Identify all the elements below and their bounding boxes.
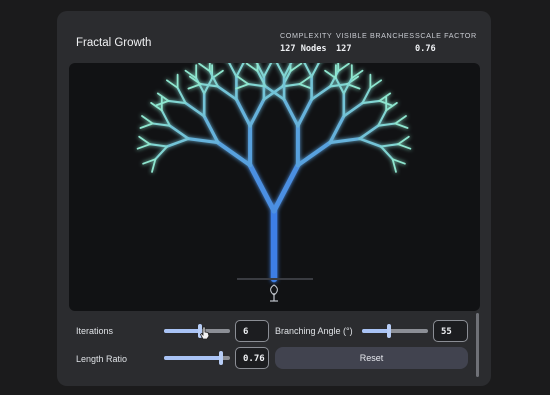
stat-scale-factor: SCALE FACTOR 0.76 xyxy=(415,31,477,54)
tree-branch xyxy=(160,109,171,127)
length-ratio-slider[interactable] xyxy=(164,351,230,365)
tree-branch xyxy=(303,63,313,78)
length-ratio-slider-fill xyxy=(164,356,221,360)
fractal-panel: Fractal Growth COMPLEXITY 127 Nodes VISI… xyxy=(57,11,491,386)
tree-branch xyxy=(168,124,190,140)
tree-branch xyxy=(358,124,380,140)
tree-branch xyxy=(262,63,273,78)
reset-button[interactable]: Reset xyxy=(275,347,468,369)
stat-visible-branches-label: VISIBLE BRANCHES xyxy=(336,31,415,40)
tree-branch xyxy=(361,99,381,105)
tree-branch xyxy=(298,75,312,86)
stat-complexity-value: 127 Nodes xyxy=(280,44,327,54)
tree-branch xyxy=(136,143,151,150)
tree-branch xyxy=(397,135,410,146)
tree-branch xyxy=(198,63,211,73)
tree-branch xyxy=(379,145,394,161)
tree-branch xyxy=(154,145,169,161)
tree-branch xyxy=(184,101,206,118)
tree-branch xyxy=(275,63,286,78)
tree-branch xyxy=(165,137,190,148)
tree-branch xyxy=(310,85,332,101)
tree-branch xyxy=(324,69,337,80)
tree-branch xyxy=(202,114,220,145)
tree-branch xyxy=(248,97,266,128)
tree-branch xyxy=(310,63,320,78)
tree-branch xyxy=(394,122,409,129)
tree-branch xyxy=(186,137,220,145)
tree-branch xyxy=(377,109,388,127)
tree-branch xyxy=(361,86,372,105)
tree-branch xyxy=(342,101,364,118)
stat-scale-factor-value: 0.76 xyxy=(415,44,436,54)
tree-branch xyxy=(167,99,187,105)
tree-branch xyxy=(228,63,238,78)
tree-branch xyxy=(328,114,346,145)
tree-branch xyxy=(187,83,202,90)
tree-branch xyxy=(156,92,170,102)
branching-angle-slider-thumb[interactable] xyxy=(387,324,392,338)
tree-branch xyxy=(271,162,301,214)
length-ratio-slider-thumb[interactable] xyxy=(218,351,223,365)
tree-branch xyxy=(245,63,259,73)
app-title: Fractal Growth xyxy=(76,37,152,49)
tree-branch xyxy=(216,140,253,168)
stat-visible-branches: VISIBLE BRANCHES 127 xyxy=(336,31,415,54)
tree-branch xyxy=(289,63,303,73)
tree-branch xyxy=(337,63,350,73)
branching-angle-value-field[interactable]: 55 xyxy=(433,320,468,342)
tree-branch xyxy=(295,140,332,168)
tree-branch xyxy=(397,143,412,150)
tree-branch xyxy=(247,162,277,214)
tree-branch xyxy=(328,137,362,145)
length-ratio-value-field[interactable]: 0.76 xyxy=(235,347,269,369)
fractal-canvas[interactable] xyxy=(69,63,480,311)
iterations-label: Iterations xyxy=(76,326,114,336)
tree-branch xyxy=(282,97,300,128)
fractal-tree xyxy=(136,63,412,302)
stat-complexity: COMPLEXITY 127 Nodes xyxy=(280,31,332,54)
tree-branch xyxy=(298,83,313,90)
branching-angle-label: Branching Angle (°) xyxy=(275,326,353,336)
tree-branch xyxy=(378,92,392,102)
stat-complexity-label: COMPLEXITY xyxy=(280,31,333,40)
tree-branch xyxy=(141,115,154,125)
tree-branch xyxy=(234,97,252,128)
tree-branch xyxy=(138,135,151,146)
tree-branch xyxy=(199,83,219,88)
iterations-slider-fill xyxy=(164,329,201,333)
branching-angle-slider[interactable] xyxy=(362,324,428,338)
tree-branch xyxy=(236,75,250,86)
tree-branch xyxy=(216,85,238,101)
tree-branch xyxy=(377,122,397,127)
scrollbar[interactable] xyxy=(476,313,479,377)
iterations-value-field[interactable]: 6 xyxy=(235,320,269,342)
stat-scale-factor-label: SCALE FACTOR xyxy=(415,31,477,40)
tree-branch xyxy=(139,122,154,129)
tree-branch xyxy=(148,143,169,148)
tree-branch xyxy=(235,63,245,78)
iterations-slider[interactable] xyxy=(164,324,230,338)
tree-branch xyxy=(296,97,314,128)
tree-branch xyxy=(358,137,383,148)
tree-branch xyxy=(394,115,407,125)
stat-visible-branches-value: 127 xyxy=(336,44,352,54)
tree-branch xyxy=(369,79,383,89)
length-ratio-label: Length Ratio xyxy=(76,354,128,364)
pointer-cursor-icon xyxy=(200,326,210,340)
branching-angle-slider-fill xyxy=(362,329,390,333)
tree-branch xyxy=(235,83,250,90)
seedling-icon[interactable] xyxy=(270,284,278,302)
tree-branch xyxy=(379,143,400,148)
tree-branch xyxy=(176,86,187,105)
tree-branch xyxy=(166,79,179,89)
tree-branch xyxy=(151,122,171,127)
